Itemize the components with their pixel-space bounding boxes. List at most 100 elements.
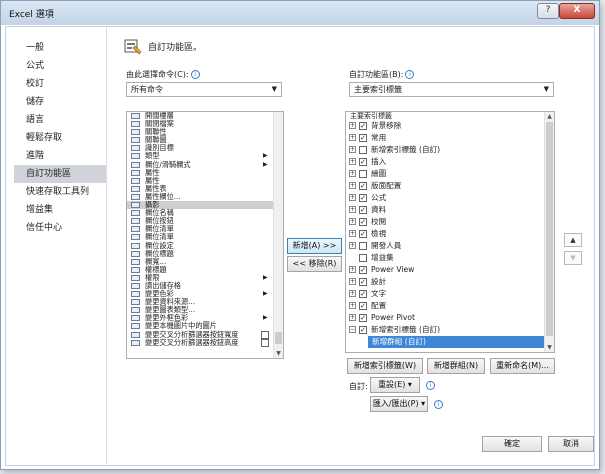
expand-toggle-icon[interactable]: − (349, 326, 356, 333)
nav-item[interactable]: 校訂 (14, 75, 106, 93)
tree-item[interactable]: + ✓ Power Pivot (346, 312, 554, 324)
expand-toggle-icon[interactable]: + (349, 158, 356, 165)
tab-checkbox[interactable] (359, 170, 367, 178)
tree-item[interactable]: + ✓ 背景移除 (346, 120, 554, 132)
nav-item[interactable]: 一般 (14, 39, 106, 57)
scroll-thumb[interactable] (275, 332, 282, 344)
add-button[interactable]: 新增(A) >> (287, 238, 342, 254)
expand-toggle-icon[interactable]: + (349, 230, 356, 237)
expand-toggle-icon[interactable]: + (349, 218, 356, 225)
tree-item[interactable]: + ✓ 檢視 (346, 228, 554, 240)
tree-item[interactable]: 新增群組 (自訂) (346, 336, 554, 348)
new-group-button[interactable]: 新增群組(N) (427, 358, 485, 374)
tree-item[interactable]: + ✓ 配置 (346, 300, 554, 312)
expand-toggle-icon[interactable]: + (349, 182, 356, 189)
expand-toggle-icon[interactable]: + (349, 122, 356, 129)
tree-item[interactable]: + 開發人員 (346, 240, 554, 252)
close-button[interactable]: X (559, 3, 595, 19)
tree-item[interactable]: + 繪圖 (346, 168, 554, 180)
tree-item[interactable]: 增益集 (346, 252, 554, 264)
nav-item[interactable]: 快速存取工具列 (14, 183, 106, 201)
commands-scrollbar[interactable]: ▼ (273, 112, 283, 358)
scroll-up-icon[interactable]: ▲ (545, 112, 554, 121)
expand-toggle-icon[interactable]: + (349, 314, 356, 321)
tab-checkbox[interactable]: ✓ (359, 158, 367, 166)
tree-scrollbar[interactable]: ▲ ▼ (544, 112, 554, 352)
commands-list[interactable]: 開闊樓層 關閉檔案 關聯性 關聯圖 識別目標 類型 ▶ 欄位/滑騎欄式 ▶ 屬性 屬性 屬性表 屬性欄位… (126, 111, 284, 359)
expand-toggle-icon[interactable]: + (349, 278, 356, 285)
expand-toggle-icon[interactable]: + (349, 134, 356, 141)
expand-toggle-icon[interactable]: + (349, 170, 356, 177)
tree-item[interactable]: − ✓ 新增索引標籤 (自訂) (346, 324, 554, 336)
command-icon (131, 129, 140, 136)
tree-item[interactable]: + 新增索引標籤 (自訂) (346, 144, 554, 156)
tab-checkbox[interactable]: ✓ (359, 326, 367, 334)
nav-item[interactable]: 增益集 (14, 201, 106, 219)
customizations-label: 自訂: (349, 382, 368, 391)
tree-item[interactable]: + ✓ 校閱 (346, 216, 554, 228)
expand-toggle-icon[interactable]: + (349, 146, 356, 153)
tree-item-label: 插入 (371, 157, 387, 166)
submenu-arrow-icon: ▶ (263, 314, 268, 322)
nav-item[interactable]: 信任中心 (14, 219, 106, 237)
value-box-icon (261, 330, 269, 339)
nav-item[interactable]: 儲存 (14, 93, 106, 111)
tab-checkbox[interactable]: ✓ (359, 278, 367, 286)
nav-item[interactable]: 語言 (14, 111, 106, 129)
new-tab-button[interactable]: 新增索引標籤(W) (347, 358, 423, 374)
tree-item[interactable]: + ✓ 常用 (346, 132, 554, 144)
expand-toggle-icon[interactable]: + (349, 266, 356, 273)
tab-checkbox[interactable]: ✓ (359, 134, 367, 142)
move-up-button[interactable]: ▲ (564, 233, 582, 247)
scroll-down-icon[interactable]: ▼ (274, 349, 283, 358)
tree-item-label: 常用 (371, 133, 387, 142)
expand-toggle-icon[interactable]: + (349, 302, 356, 309)
tree-item[interactable]: + ✓ 版面配置 (346, 180, 554, 192)
nav-item[interactable]: 輕鬆存取 (14, 129, 106, 147)
nav-item[interactable]: 公式 (14, 57, 106, 75)
tab-checkbox[interactable]: ✓ (359, 266, 367, 274)
customize-ribbon-dropdown[interactable]: 主要索引標籤 ▼ (349, 82, 554, 97)
move-down-button[interactable]: ▼ (564, 251, 582, 265)
options-nav: 一般 公式 校訂 儲存 語言 輕鬆存取 進階 自訂功能區 快速存取工具列 增益集 信任中心 (14, 39, 106, 237)
chevron-down-icon: ▼ (271, 85, 277, 93)
ribbon-tabs-tree[interactable]: 主要索引標籤 + ✓ 背景移除 + ✓ 常用 + 新增索引標籤 (自訂) + ✓ 插入 + 繪圖 + ✓ 版面配… (345, 111, 555, 353)
command-item[interactable]: 變更交叉分析篩選器按鈕高度 (127, 338, 283, 347)
import-export-button[interactable]: 匯入/匯出(P) ▾ (370, 396, 428, 412)
tab-checkbox[interactable]: ✓ (359, 290, 367, 298)
tab-checkbox[interactable]: ✓ (359, 182, 367, 190)
tree-item[interactable]: 主要索引標籤 (346, 112, 554, 120)
tree-item[interactable]: + ✓ Power View (346, 264, 554, 276)
tree-item-label: 配置 (371, 301, 387, 310)
help-button[interactable]: ? (537, 3, 559, 19)
tree-item[interactable]: + ✓ 設計 (346, 276, 554, 288)
rename-button[interactable]: 重新命名(M)... (490, 358, 555, 374)
tab-checkbox[interactable]: ✓ (359, 314, 367, 322)
remove-button[interactable]: << 移除(R) (287, 256, 342, 272)
tree-item[interactable]: + ✓ 公式 (346, 192, 554, 204)
reset-button[interactable]: 重設(E) ▾ (370, 377, 420, 393)
expand-toggle-icon[interactable]: + (349, 206, 356, 213)
tab-checkbox[interactable] (359, 242, 367, 250)
tab-checkbox[interactable] (359, 254, 367, 262)
tree-item[interactable]: + ✓ 文字 (346, 288, 554, 300)
ok-button[interactable]: 確定 (482, 436, 542, 452)
cancel-button[interactable]: 取消 (548, 436, 594, 452)
scroll-down-icon[interactable]: ▼ (545, 343, 554, 352)
tab-checkbox[interactable]: ✓ (359, 218, 367, 226)
tab-checkbox[interactable] (359, 146, 367, 154)
nav-item[interactable]: 進階 (14, 147, 106, 165)
expand-toggle-icon[interactable]: + (349, 242, 356, 249)
choose-commands-dropdown[interactable]: 所有命令 ▼ (126, 82, 282, 97)
tree-item[interactable]: + ✓ 插入 (346, 156, 554, 168)
tab-checkbox[interactable]: ✓ (359, 122, 367, 130)
expand-toggle-icon[interactable]: + (349, 194, 356, 201)
nav-item[interactable]: 自訂功能區 (14, 165, 106, 183)
tab-checkbox[interactable]: ✓ (359, 230, 367, 238)
scroll-thumb[interactable] (546, 122, 553, 336)
tab-checkbox[interactable]: ✓ (359, 302, 367, 310)
tab-checkbox[interactable]: ✓ (359, 206, 367, 214)
tab-checkbox[interactable]: ✓ (359, 194, 367, 202)
expand-toggle-icon[interactable]: + (349, 290, 356, 297)
tree-item[interactable]: + ✓ 資料 (346, 204, 554, 216)
